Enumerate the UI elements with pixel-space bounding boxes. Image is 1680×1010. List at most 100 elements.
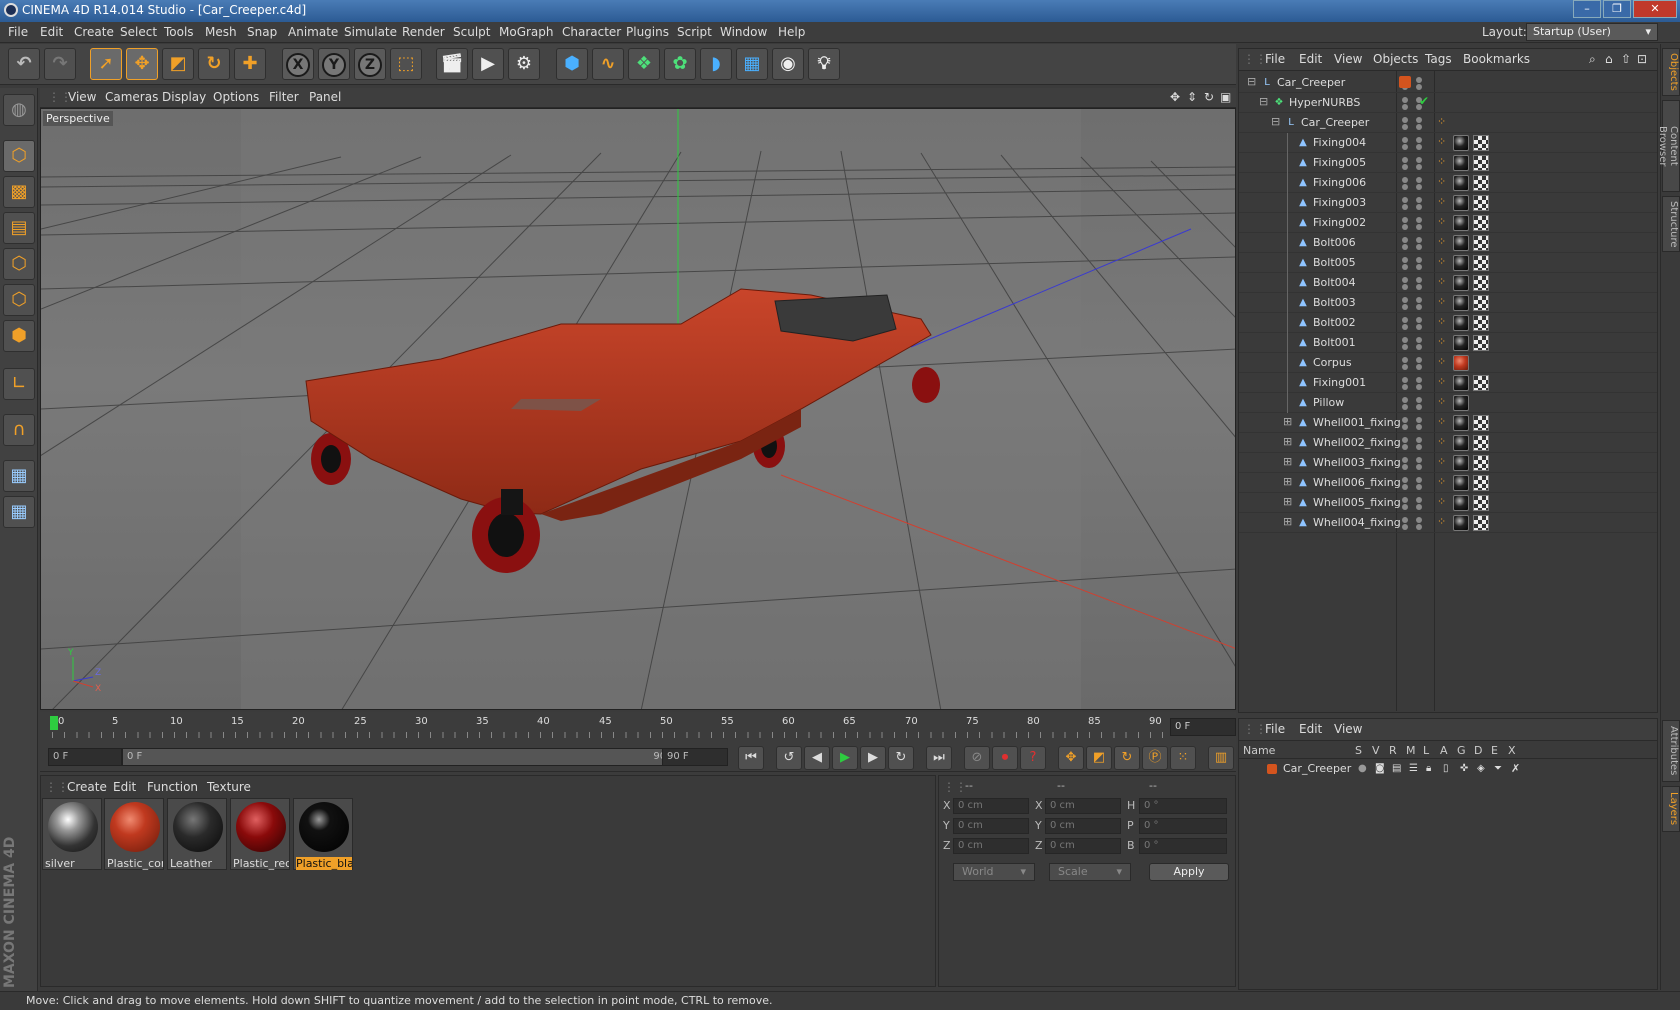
material-tag-icon[interactable] xyxy=(1453,375,1469,391)
editor-visibility-dot[interactable] xyxy=(1402,277,1408,283)
object-row[interactable]: ▲ Fixing002 ⁘ xyxy=(1239,213,1657,233)
menu-file[interactable]: File xyxy=(8,25,28,39)
layer-tag-icon[interactable]: ⁘ xyxy=(1437,215,1446,228)
render-visibility-dot[interactable] xyxy=(1416,464,1422,470)
menu-mesh[interactable]: Mesh xyxy=(205,25,237,39)
object-row[interactable]: ▲ Bolt004 ⁘ xyxy=(1239,273,1657,293)
menu-character[interactable]: Character xyxy=(562,25,621,39)
expand-icon[interactable]: ⊞ xyxy=(1283,475,1292,488)
material-tag-icon[interactable] xyxy=(1453,175,1469,191)
uvw-tag-icon[interactable] xyxy=(1473,275,1489,291)
object-row[interactable]: ⊟ L Car_Creeper ⁘ xyxy=(1239,113,1657,133)
layer-row[interactable]: Car_Creeper ● ◙ ▤ ☰ 🔒︎ ▯ ✜ ◈ ⏷ ✗ xyxy=(1239,760,1657,778)
render-visibility-dot[interactable] xyxy=(1402,104,1408,110)
expand-icon[interactable]: ⊞ xyxy=(1283,455,1292,468)
material-swatch[interactable]: silver xyxy=(42,798,102,870)
uvw-tag-icon[interactable] xyxy=(1473,495,1489,511)
uvw-tag-icon[interactable] xyxy=(1473,175,1489,191)
uvw-tag-icon[interactable] xyxy=(1473,515,1489,531)
layer-tag-icon[interactable]: ⁘ xyxy=(1437,275,1446,288)
rotation-b-field[interactable]: 0 ° xyxy=(1139,838,1227,854)
material-tag-icon[interactable] xyxy=(1453,495,1469,511)
editor-visibility-dot[interactable] xyxy=(1416,297,1422,303)
render-visibility-dot[interactable] xyxy=(1416,384,1422,390)
key-parameter-button[interactable]: Ⓟ xyxy=(1142,746,1168,770)
uvw-tag-icon[interactable] xyxy=(1473,295,1489,311)
position-x-field[interactable]: 0 cm xyxy=(953,798,1029,814)
material-tag-icon[interactable] xyxy=(1453,295,1469,311)
previous-frame-button[interactable]: ◀ xyxy=(804,746,830,770)
uvw-tag-icon[interactable] xyxy=(1473,255,1489,271)
render-visibility-dot[interactable] xyxy=(1416,424,1422,430)
render-visibility-dot[interactable] xyxy=(1402,264,1408,270)
object-menu-tags[interactable]: Tags xyxy=(1425,52,1452,66)
render-visibility-dot[interactable] xyxy=(1402,424,1408,430)
axis-mode-button[interactable]: ∟ xyxy=(3,368,35,400)
size-x-field[interactable]: 0 cm xyxy=(1045,798,1121,814)
layer-tag-icon[interactable]: ⁘ xyxy=(1437,255,1446,268)
collapse-icon[interactable]: ⊟ xyxy=(1247,75,1256,88)
polygons-mode-button[interactable]: ⬢ xyxy=(3,320,35,352)
minimize-button[interactable]: – xyxy=(1573,0,1601,18)
y-axis-lock-button[interactable]: Y xyxy=(318,48,350,80)
menu-help[interactable]: Help xyxy=(778,25,805,39)
material-tag-icon[interactable] xyxy=(1453,135,1469,151)
editor-visibility-dot[interactable] xyxy=(1402,357,1408,363)
expand-icon[interactable]: ⊞ xyxy=(1283,435,1292,448)
material-tag-icon[interactable] xyxy=(1453,255,1469,271)
editor-visibility-dot[interactable] xyxy=(1402,157,1408,163)
layer-tag-icon[interactable]: ⁘ xyxy=(1437,195,1446,208)
editor-visibility-dot[interactable] xyxy=(1402,237,1408,243)
render-visibility-dot[interactable] xyxy=(1416,444,1422,450)
uvw-tag-icon[interactable] xyxy=(1473,235,1489,251)
locked-workplane-button[interactable]: ▦ xyxy=(3,496,35,528)
menu-sculpt[interactable]: Sculpt xyxy=(453,25,490,39)
uvw-tag-icon[interactable] xyxy=(1473,155,1489,171)
object-row[interactable]: ▲ Bolt001 ⁘ xyxy=(1239,333,1657,353)
render-visibility-dot[interactable] xyxy=(1416,144,1422,150)
render-visibility-dot[interactable] xyxy=(1402,184,1408,190)
menu-edit[interactable]: Edit xyxy=(40,25,63,39)
render-visibility-dot[interactable] xyxy=(1402,404,1408,410)
key-scale-button[interactable]: ◩ xyxy=(1086,746,1112,770)
rotation-p-field[interactable]: 0 ° xyxy=(1139,818,1227,834)
record-keys-button[interactable]: ⊘ xyxy=(964,746,990,770)
object-row[interactable]: ▲ Bolt005 ⁘ xyxy=(1239,253,1657,273)
tab-content-browser[interactable]: Content Browser xyxy=(1657,100,1680,192)
material-tag-icon[interactable] xyxy=(1453,315,1469,331)
editor-visibility-dot[interactable] xyxy=(1402,297,1408,303)
editor-visibility-dot[interactable] xyxy=(1416,457,1422,463)
object-row[interactable]: ⊟ ❖ HyperNURBS ✔ xyxy=(1239,93,1657,113)
object-menu-view[interactable]: View xyxy=(1334,52,1362,66)
render-visibility-dot[interactable] xyxy=(1402,204,1408,210)
uvw-tag-icon[interactable] xyxy=(1473,415,1489,431)
live-selection-button[interactable]: ➚ xyxy=(90,48,122,80)
render-visibility-dot[interactable] xyxy=(1402,444,1408,450)
layer-tag-icon[interactable]: ⁘ xyxy=(1437,115,1446,128)
size-y-field[interactable]: 0 cm xyxy=(1045,818,1121,834)
material-tag-icon[interactable] xyxy=(1453,435,1469,451)
menu-create[interactable]: Create xyxy=(74,25,114,39)
render-visibility-dot[interactable] xyxy=(1416,184,1422,190)
editor-visibility-dot[interactable] xyxy=(1402,517,1408,523)
menu-render[interactable]: Render xyxy=(402,25,445,39)
solo-icon[interactable]: ● xyxy=(1358,763,1367,774)
add-floor-button[interactable]: ▦ xyxy=(736,48,768,80)
material-menu-edit[interactable]: Edit xyxy=(113,780,136,794)
editor-visibility-dot[interactable] xyxy=(1402,437,1408,443)
end-frame-field[interactable]: 90 F xyxy=(662,748,728,766)
object-row[interactable]: ▲ Bolt002 ⁘ xyxy=(1239,313,1657,333)
expand-icon[interactable]: ⊞ xyxy=(1283,515,1292,528)
perspective-viewport[interactable]: Y Z X Perspective xyxy=(40,108,1236,710)
layer-menu-file[interactable]: File xyxy=(1265,722,1285,736)
material-swatch-selected[interactable]: Plastic_blac xyxy=(293,798,353,870)
editor-visibility-dot[interactable] xyxy=(1416,257,1422,263)
size-z-field[interactable]: 0 cm xyxy=(1045,838,1121,854)
render-visibility-dot[interactable] xyxy=(1416,84,1422,90)
material-tag-icon[interactable] xyxy=(1453,335,1469,351)
autokey-button[interactable]: ⏺ xyxy=(992,746,1018,770)
layer-menu-view[interactable]: View xyxy=(1334,722,1362,736)
rotation-h-field[interactable]: 0 ° xyxy=(1139,798,1227,814)
timeline-window-button[interactable]: ▥ xyxy=(1208,746,1234,770)
editor-visibility-dot[interactable] xyxy=(1416,197,1422,203)
